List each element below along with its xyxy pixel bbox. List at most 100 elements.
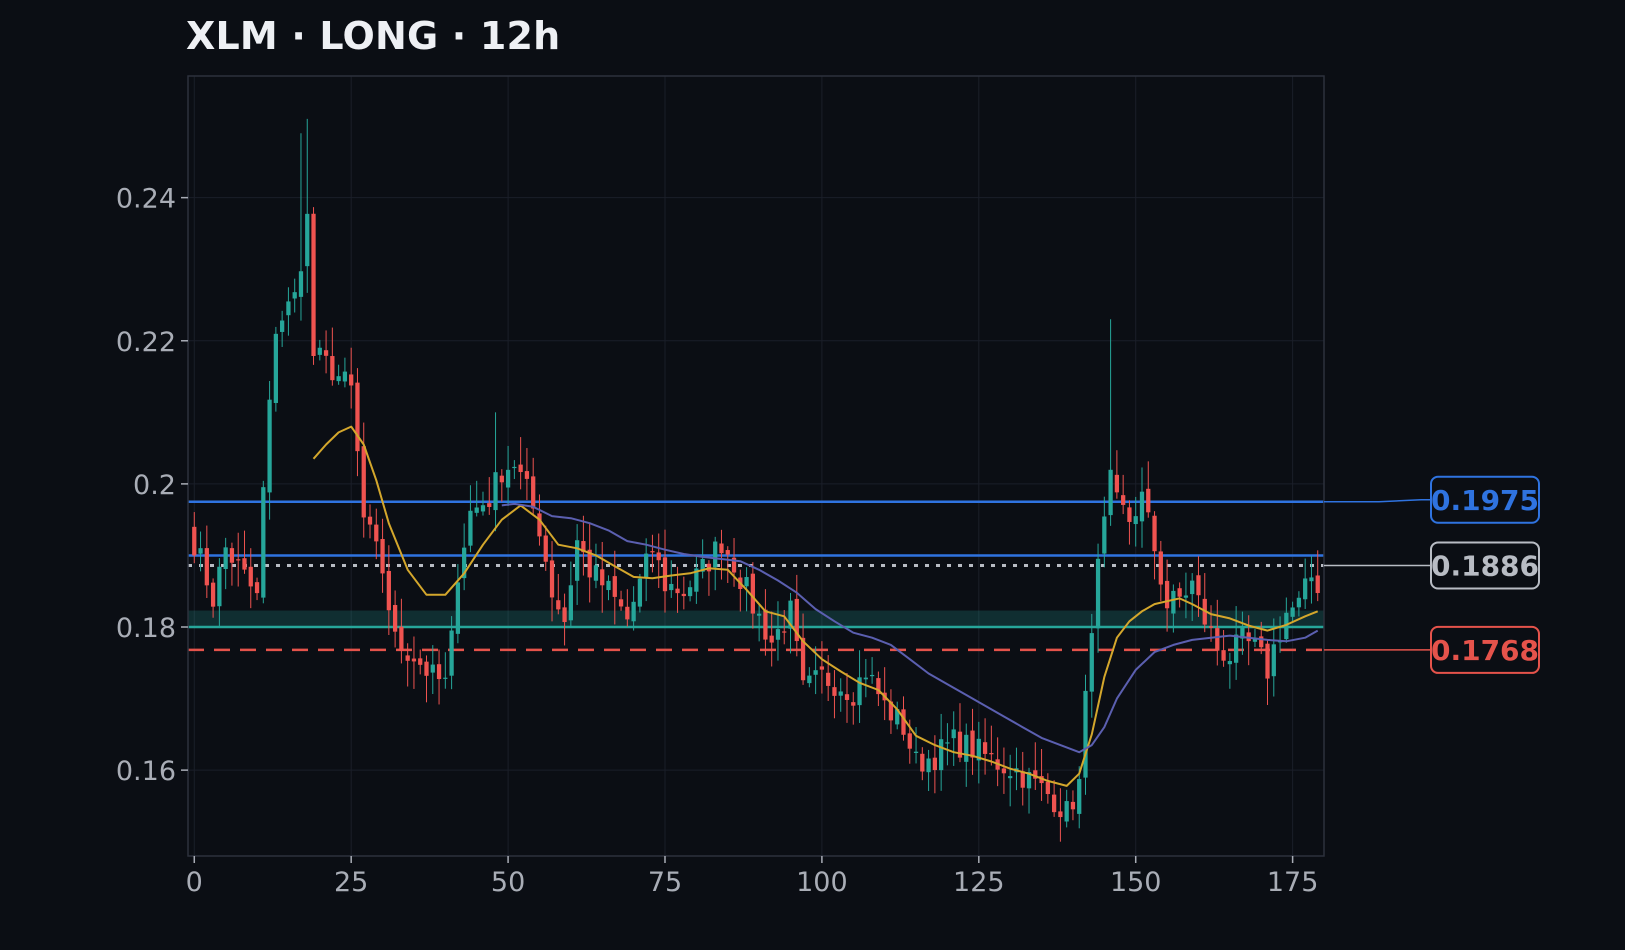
candle-body [644, 553, 649, 578]
candle-body [443, 677, 448, 679]
candle-body [669, 583, 674, 591]
candle-body [556, 600, 561, 610]
candle-body [1114, 474, 1120, 493]
candle-body [1001, 768, 1007, 774]
candle-body [1152, 515, 1157, 552]
candle-body [1127, 507, 1132, 522]
candle-body [932, 757, 938, 771]
candle-body [913, 751, 919, 753]
candle-body [487, 503, 492, 507]
candle-body [1108, 469, 1113, 516]
candle-body [600, 569, 605, 586]
y-tick-label: 0.2 [133, 470, 176, 501]
candle-body [1008, 776, 1013, 779]
candle-body [499, 475, 504, 483]
candle-body [901, 709, 906, 735]
candle-body [374, 524, 379, 542]
candle-body [662, 557, 668, 592]
candle-body [336, 376, 341, 382]
x-tick-label: 0 [186, 867, 203, 898]
candle-body [298, 271, 304, 297]
candle-body [317, 347, 322, 355]
y-tick-label: 0.18 [116, 613, 176, 644]
x-tick-label: 25 [334, 867, 368, 898]
candle-body [392, 605, 398, 632]
candle-body [342, 371, 348, 382]
candle-body [480, 505, 486, 512]
candle-body [1139, 491, 1145, 522]
candle-body [305, 213, 310, 267]
candle-body [267, 399, 272, 493]
candle-body [1102, 516, 1107, 554]
candle-body [675, 588, 680, 594]
candle-body [939, 739, 944, 771]
candle-body [204, 548, 209, 586]
candle-body [819, 666, 825, 670]
candle-body [1196, 575, 1201, 596]
candle-body [273, 333, 279, 403]
candle-body [1146, 488, 1151, 513]
candle-body [493, 472, 498, 511]
candle-body [750, 573, 755, 614]
candle-body [1208, 626, 1214, 628]
candle-body [1083, 690, 1088, 778]
candle-body [323, 350, 329, 356]
candle-body [512, 466, 517, 469]
candle-body [832, 687, 837, 696]
support-zone [188, 610, 1324, 628]
candle-body [813, 670, 818, 675]
candle-body [549, 560, 555, 598]
candle-body [1233, 634, 1239, 663]
candle-body [1309, 577, 1314, 582]
candle-body [430, 664, 435, 673]
x-tick-label: 100 [796, 867, 848, 898]
candle-body [286, 301, 291, 316]
candle-body [292, 292, 297, 299]
candle-body [386, 570, 391, 611]
candle-body [1064, 801, 1069, 822]
price-badge-layer: 0.1975 0.1886 0.1768 [1324, 475, 1540, 674]
candle-body [1290, 607, 1295, 617]
candlestick-layer [192, 118, 1320, 842]
price-badge-label: 0.1886 [1431, 549, 1539, 582]
price-badge-label: 0.1975 [1431, 484, 1539, 517]
candle-body [198, 548, 203, 554]
candle-body [769, 635, 774, 643]
candle-body [863, 677, 868, 680]
candle-body [1077, 779, 1082, 814]
candle-body [1271, 644, 1276, 677]
candle-body [681, 593, 686, 597]
candle-body [405, 655, 410, 661]
price-chart[interactable]: 0 25 50 75 100 125 150 175 0.16 0.18 0.2 0.22 0.24 0… [0, 0, 1625, 950]
candle-body [719, 543, 724, 554]
candle-body [1070, 801, 1076, 810]
candle-body [807, 675, 812, 684]
candle-body [907, 733, 912, 749]
plot-frame [187, 75, 1325, 857]
candle-body [656, 552, 661, 561]
candle-body [380, 538, 385, 574]
candle-body [1315, 575, 1320, 594]
candle-body [744, 577, 749, 587]
candle-body [543, 535, 548, 562]
candle-body [524, 471, 530, 479]
candle-body [838, 691, 843, 696]
x-tick-label: 175 [1267, 867, 1319, 898]
x-tick-label: 75 [648, 867, 682, 898]
candle-body [236, 559, 241, 561]
candle-body [537, 513, 542, 537]
plot-border [187, 75, 1325, 857]
candle-body [650, 551, 655, 553]
candle-body [625, 606, 630, 620]
candle-body [574, 540, 580, 581]
candle-body [192, 526, 197, 556]
candle-body [687, 587, 693, 597]
candle-body [1190, 580, 1195, 595]
candle-body [1158, 551, 1163, 585]
candle-body [505, 469, 511, 488]
badge-connector [1324, 499, 1431, 503]
candle-body [1058, 811, 1063, 818]
candle-body [1303, 578, 1308, 600]
candle-body [449, 630, 454, 676]
candle-body [1221, 650, 1226, 661]
